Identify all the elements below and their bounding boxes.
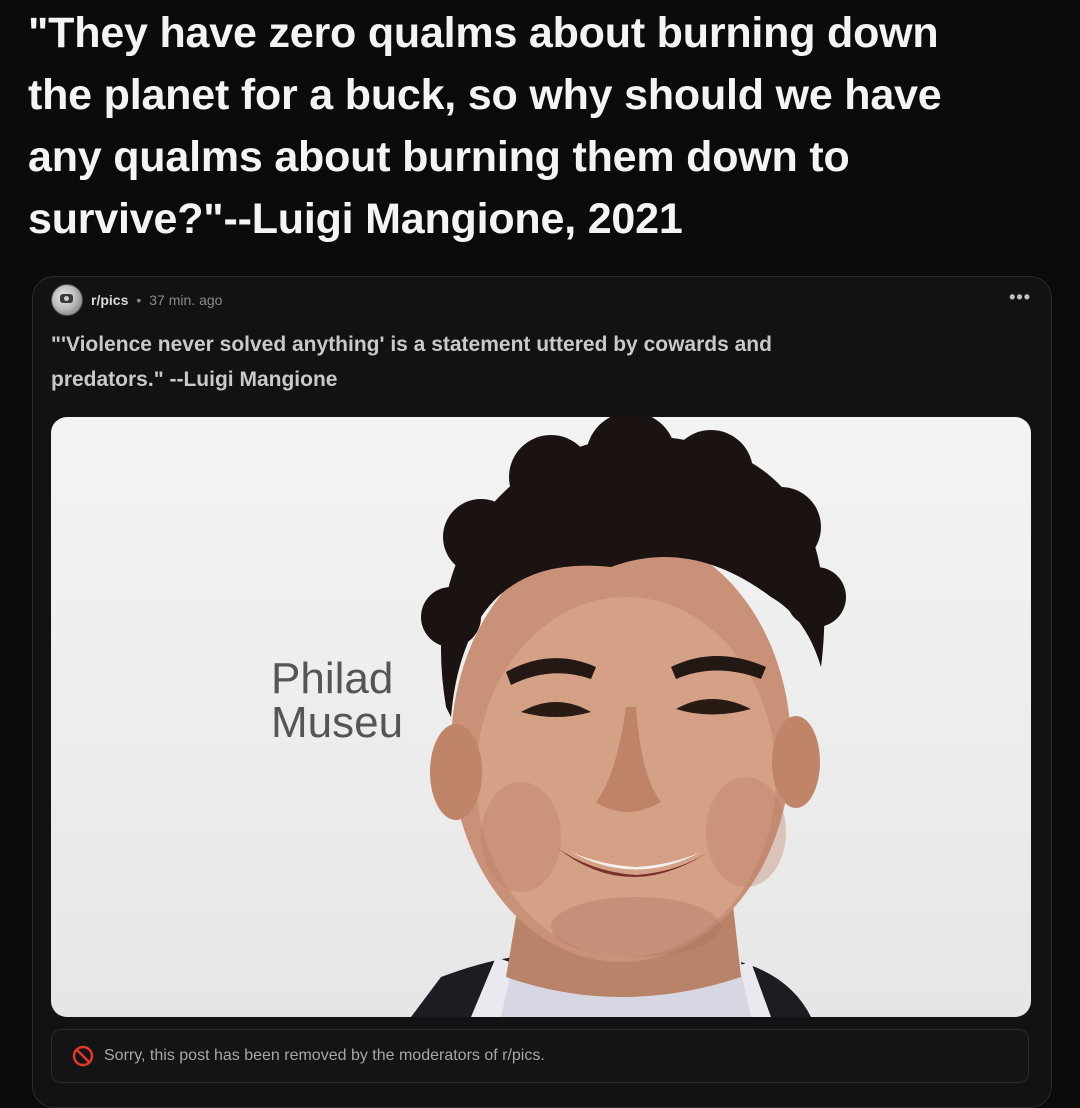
removed-notice: Sorry, this post has been removed by the… xyxy=(51,1029,1029,1083)
headline-line: survive?"--Luigi Mangione, 2021 xyxy=(28,195,683,243)
headline: "They have zero qualms about burning dow… xyxy=(28,2,1058,250)
portrait-illustration xyxy=(411,417,846,1017)
post-title[interactable]: "'Violence never solved anything' is a s… xyxy=(51,327,1011,397)
headline-line: "They have zero qualms about burning dow… xyxy=(28,9,939,57)
headline-line: the planet for a buck, so why should we … xyxy=(28,71,942,119)
post-timestamp: 37 min. ago xyxy=(149,292,223,308)
post-title-line: "'Violence never solved anything' is a s… xyxy=(51,333,772,356)
post-image[interactable]: Philad Museu xyxy=(51,417,1031,1017)
subreddit-name[interactable]: r/pics xyxy=(91,292,128,308)
removed-notice-text: Sorry, this post has been removed by the… xyxy=(104,1047,545,1064)
more-options-icon[interactable]: ••• xyxy=(1009,287,1031,308)
ban-icon xyxy=(72,1045,94,1067)
post-title-line: predators." --Luigi Mangione xyxy=(51,368,338,391)
headline-line: any qualms about burning them down to xyxy=(28,133,850,181)
subreddit-avatar[interactable] xyxy=(51,284,83,316)
separator-dot: • xyxy=(136,292,142,308)
post-header: r/pics • 37 min. ago xyxy=(51,284,223,316)
reddit-post-card[interactable]: r/pics • 37 min. ago ••• "'Violence neve… xyxy=(32,276,1052,1108)
